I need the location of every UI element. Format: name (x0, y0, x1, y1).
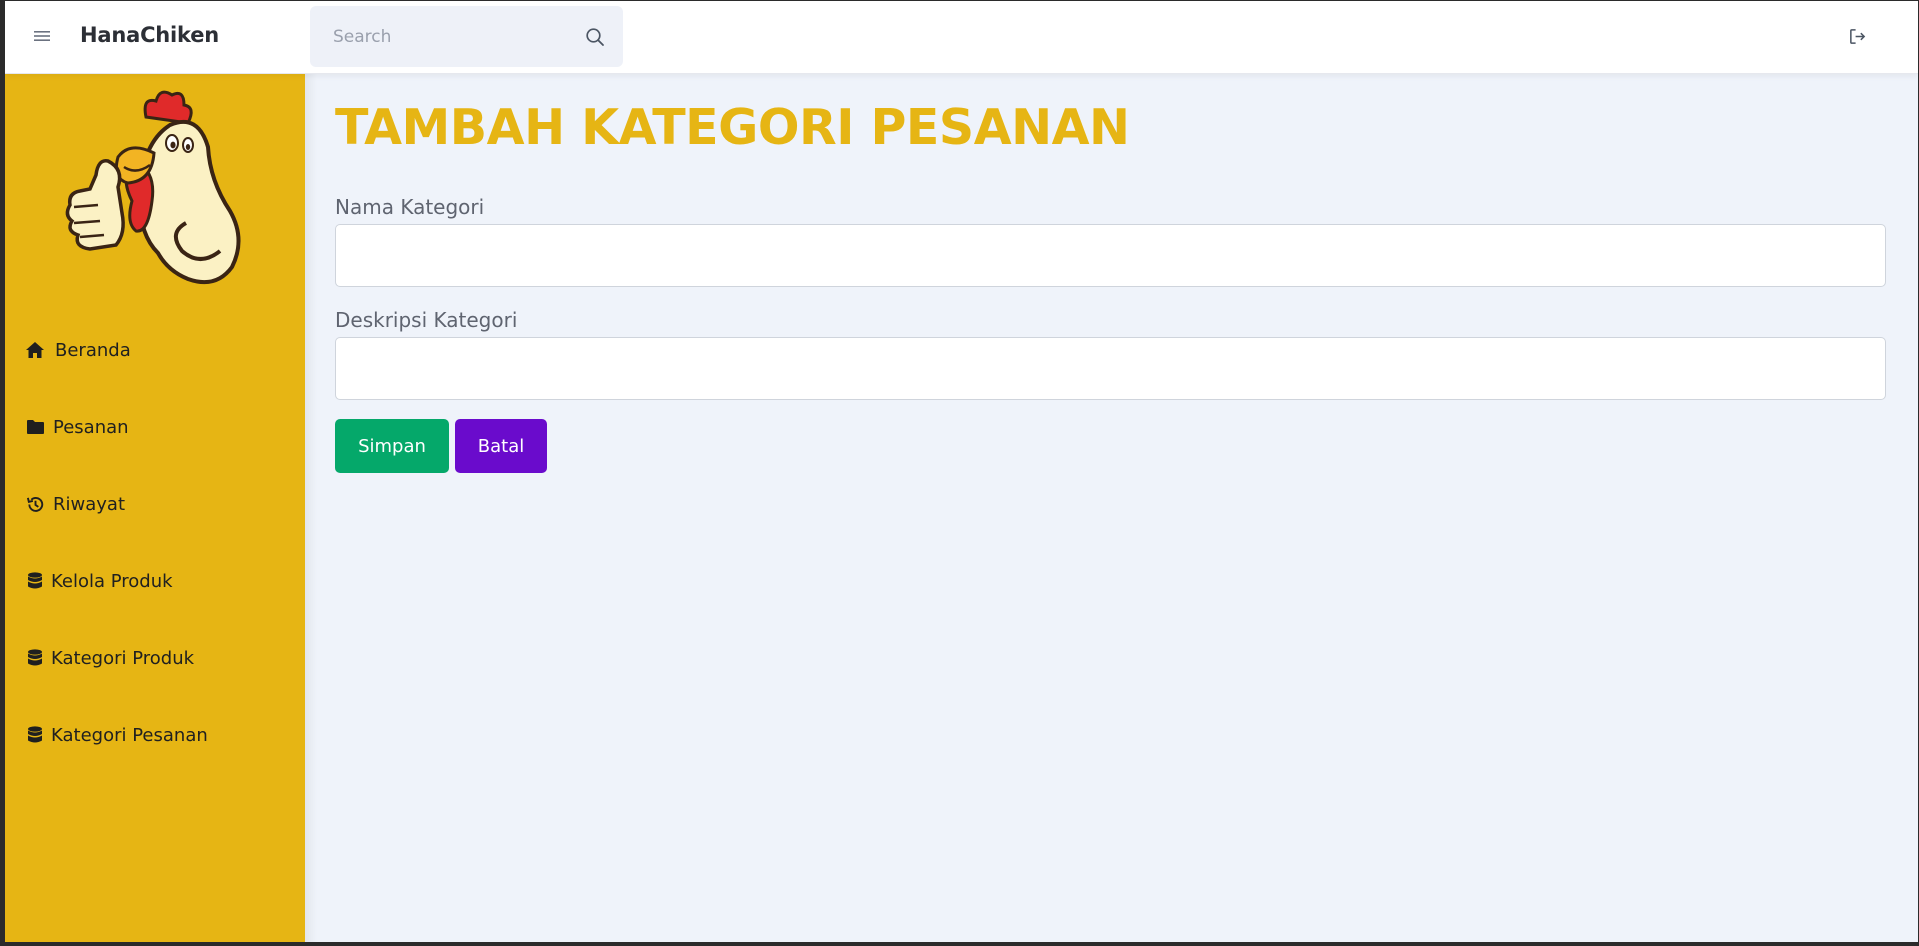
search-box (310, 6, 623, 67)
app-window: HanaChiken Search Beranda Pesanan Riwaya… (5, 1, 1918, 942)
database-icon (24, 570, 46, 592)
chicken-mascot-logo (60, 83, 255, 288)
sidebar-item-kategori-pesanan[interactable]: Kategori Pesanan (5, 713, 305, 757)
page-title: TAMBAH KATEGORI PESANAN (335, 99, 1130, 156)
top-navbar: HanaChiken (5, 1, 1918, 74)
nama-kategori-label: Nama Kategori (335, 195, 485, 219)
sidebar-item-riwayat[interactable]: Riwayat (5, 482, 305, 526)
home-icon (24, 339, 46, 361)
sidebar: Beranda Pesanan Riwayat Kelola Produk Ka… (5, 73, 305, 942)
sidebar-item-beranda[interactable]: Beranda (5, 328, 305, 372)
sidebar-shadow (305, 73, 317, 942)
database-icon (24, 724, 46, 746)
brand-name[interactable]: HanaChiken (80, 23, 219, 47)
history-icon (24, 493, 46, 515)
batal-button[interactable]: Batal (455, 419, 547, 473)
sidebar-item-label: Kelola Produk (51, 570, 173, 592)
sidebar-item-kelola-produk[interactable]: Kelola Produk (5, 559, 305, 603)
sidebar-item-label: Beranda (55, 339, 131, 361)
main-content (305, 73, 1918, 942)
sidebar-item-label: Kategori Produk (51, 647, 195, 669)
logout-icon[interactable] (1848, 27, 1867, 46)
search-input[interactable] (310, 6, 583, 67)
sidebar-item-pesanan[interactable]: Pesanan (5, 405, 305, 449)
sidebar-item-label: Pesanan (53, 416, 129, 438)
hamburger-menu-icon[interactable] (33, 27, 51, 45)
folder-icon (24, 416, 46, 438)
deskripsi-kategori-input[interactable] (335, 337, 1886, 400)
simpan-button[interactable]: Simpan (335, 419, 449, 473)
nama-kategori-input[interactable] (335, 224, 1886, 287)
sidebar-item-label: Riwayat (53, 493, 125, 515)
sidebar-item-kategori-produk[interactable]: Kategori Produk (5, 636, 305, 680)
search-icon[interactable] (585, 27, 605, 47)
sidebar-item-label: Kategori Pesanan (51, 724, 208, 746)
deskripsi-kategori-label: Deskripsi Kategori (335, 308, 518, 332)
database-icon (24, 647, 46, 669)
